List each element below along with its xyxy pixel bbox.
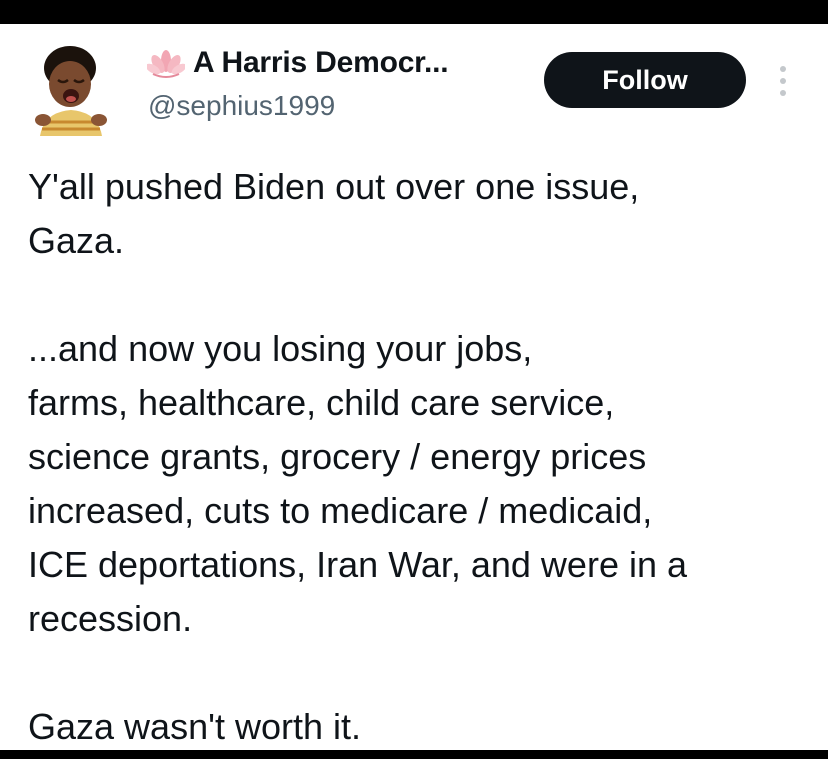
- author-handle[interactable]: @sephius1999: [148, 90, 335, 122]
- ellipsis-dot: [780, 66, 786, 72]
- ellipsis-dot: [780, 78, 786, 84]
- author-display-name[interactable]: A Harris Democr...: [193, 46, 449, 80]
- author-name-row[interactable]: A Harris Democr...: [147, 46, 449, 80]
- tweet-paragraph-2: ...and now you losing your jobs, farms, …: [28, 328, 688, 639]
- more-options-icon[interactable]: [770, 62, 796, 100]
- tweet-card: A Harris Democr... @sephius1999 Follow Y…: [0, 24, 828, 750]
- lotus-icon: [147, 50, 185, 78]
- follow-button[interactable]: Follow: [544, 52, 746, 108]
- tweet-text: Y'all pushed Biden out over one issue, G…: [28, 160, 818, 750]
- ellipsis-dot: [780, 90, 786, 96]
- tweet-paragraph-3: Gaza wasn't worth it.: [28, 706, 361, 747]
- author-avatar[interactable]: [30, 42, 112, 136]
- tweet-paragraph-1: Y'all pushed Biden out over one issue, G…: [28, 166, 640, 261]
- crying-child-avatar-icon: [35, 46, 107, 136]
